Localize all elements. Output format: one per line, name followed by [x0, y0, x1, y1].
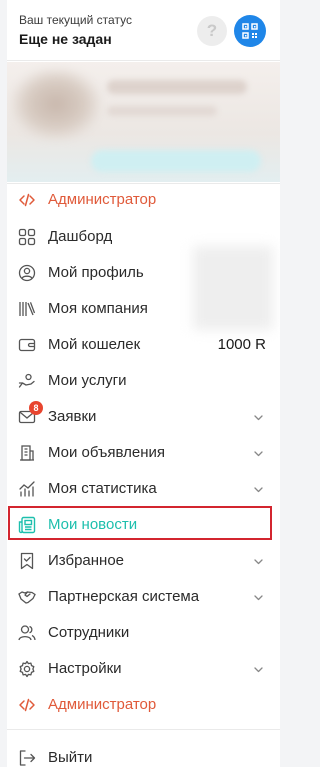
menu-item-label: Моя статистика	[48, 480, 157, 497]
menu-item-services[interactable]: Мои услуги	[7, 363, 280, 399]
menu-item-ads[interactable]: Мои объявления	[7, 435, 280, 471]
profile-subtitle-blurred	[107, 106, 217, 116]
wallet-balance: 1000 R	[217, 336, 266, 353]
menu-item-stats[interactable]: Моя статистика	[7, 471, 280, 507]
code-icon	[18, 191, 36, 209]
chevron-down-icon[interactable]	[253, 592, 264, 603]
menu-item-label: Настройки	[48, 660, 122, 677]
menu-item-label: Дашборд	[48, 228, 113, 245]
menu-item-label: Выйти	[48, 749, 93, 766]
books-icon	[18, 300, 36, 318]
chevron-down-icon[interactable]	[253, 484, 264, 495]
menu-item-label: Мои услуги	[48, 372, 127, 389]
logout-icon	[18, 749, 36, 767]
chevron-down-icon[interactable]	[253, 412, 264, 423]
code-icon	[18, 696, 36, 714]
status-block[interactable]: Ваш текущий статус Еще не задан	[19, 12, 132, 47]
avatar	[11, 68, 101, 140]
gear-icon	[18, 660, 36, 678]
users-icon	[18, 624, 36, 642]
menu-item-dashboard[interactable]: Дашборд	[7, 219, 280, 255]
status-value: Еще не задан	[19, 31, 112, 47]
menu-item-label: Мой профиль	[48, 264, 144, 281]
wallet-icon	[18, 336, 36, 354]
logout-button[interactable]: Выйти	[7, 740, 280, 767]
menu-item-label: Сотрудники	[48, 624, 130, 641]
active-item-highlight	[8, 506, 272, 540]
chevron-down-icon[interactable]	[253, 664, 264, 675]
sidebar-panel: Ваш текущий статус Еще не задан ? Админи…	[7, 0, 280, 767]
menu-item-profile[interactable]: Мой профиль	[7, 255, 280, 291]
chevron-down-icon[interactable]	[253, 556, 264, 567]
menu-item-label: Администратор	[48, 191, 157, 208]
menu-item-company[interactable]: Моя компания	[7, 291, 280, 327]
menu-item-label: Избранное	[48, 552, 125, 569]
menu-item-favorites[interactable]: Избранное	[7, 543, 280, 579]
qr-code-button[interactable]	[234, 15, 266, 47]
menu-item-admin-bottom[interactable]: Администратор	[7, 687, 280, 723]
profile-card[interactable]	[7, 62, 280, 182]
chevron-down-icon[interactable]	[253, 448, 264, 459]
menu-item-partners[interactable]: Партнерская система	[7, 579, 280, 615]
handshake-icon	[18, 588, 36, 606]
menu-item-label: Мои объявления	[48, 444, 165, 461]
help-button[interactable]: ?	[197, 16, 227, 46]
profile-action-blurred	[91, 150, 261, 172]
menu-item-wallet[interactable]: Мой кошелек 1000 R	[7, 327, 280, 363]
bookmark-icon	[18, 552, 36, 570]
menu-item-admin[interactable]: Администратор	[7, 182, 280, 218]
help-icon: ?	[206, 21, 218, 40]
notification-badge: 8	[29, 401, 43, 415]
building-icon	[18, 444, 36, 462]
menu-item-requests[interactable]: Заявки	[7, 399, 280, 435]
divider	[7, 729, 280, 730]
profile-name-blurred	[107, 80, 247, 94]
menu-item-label: Заявки	[48, 408, 97, 425]
qr-code-icon	[242, 23, 258, 39]
menu-item-label: Моя компания	[48, 300, 148, 317]
user-circle-icon	[18, 264, 36, 282]
menu-item-label: Мой кошелек	[48, 336, 141, 353]
chart-icon	[18, 480, 36, 498]
hand-service-icon	[18, 372, 36, 390]
menu-item-settings[interactable]: Настройки	[7, 651, 280, 687]
menu-item-staff[interactable]: Сотрудники	[7, 615, 280, 651]
status-label: Ваш текущий статус	[19, 13, 132, 27]
menu-item-label: Партнерская система	[48, 588, 200, 605]
menu-item-label: Администратор	[48, 696, 157, 713]
grid-icon	[18, 228, 36, 246]
divider	[7, 60, 280, 61]
